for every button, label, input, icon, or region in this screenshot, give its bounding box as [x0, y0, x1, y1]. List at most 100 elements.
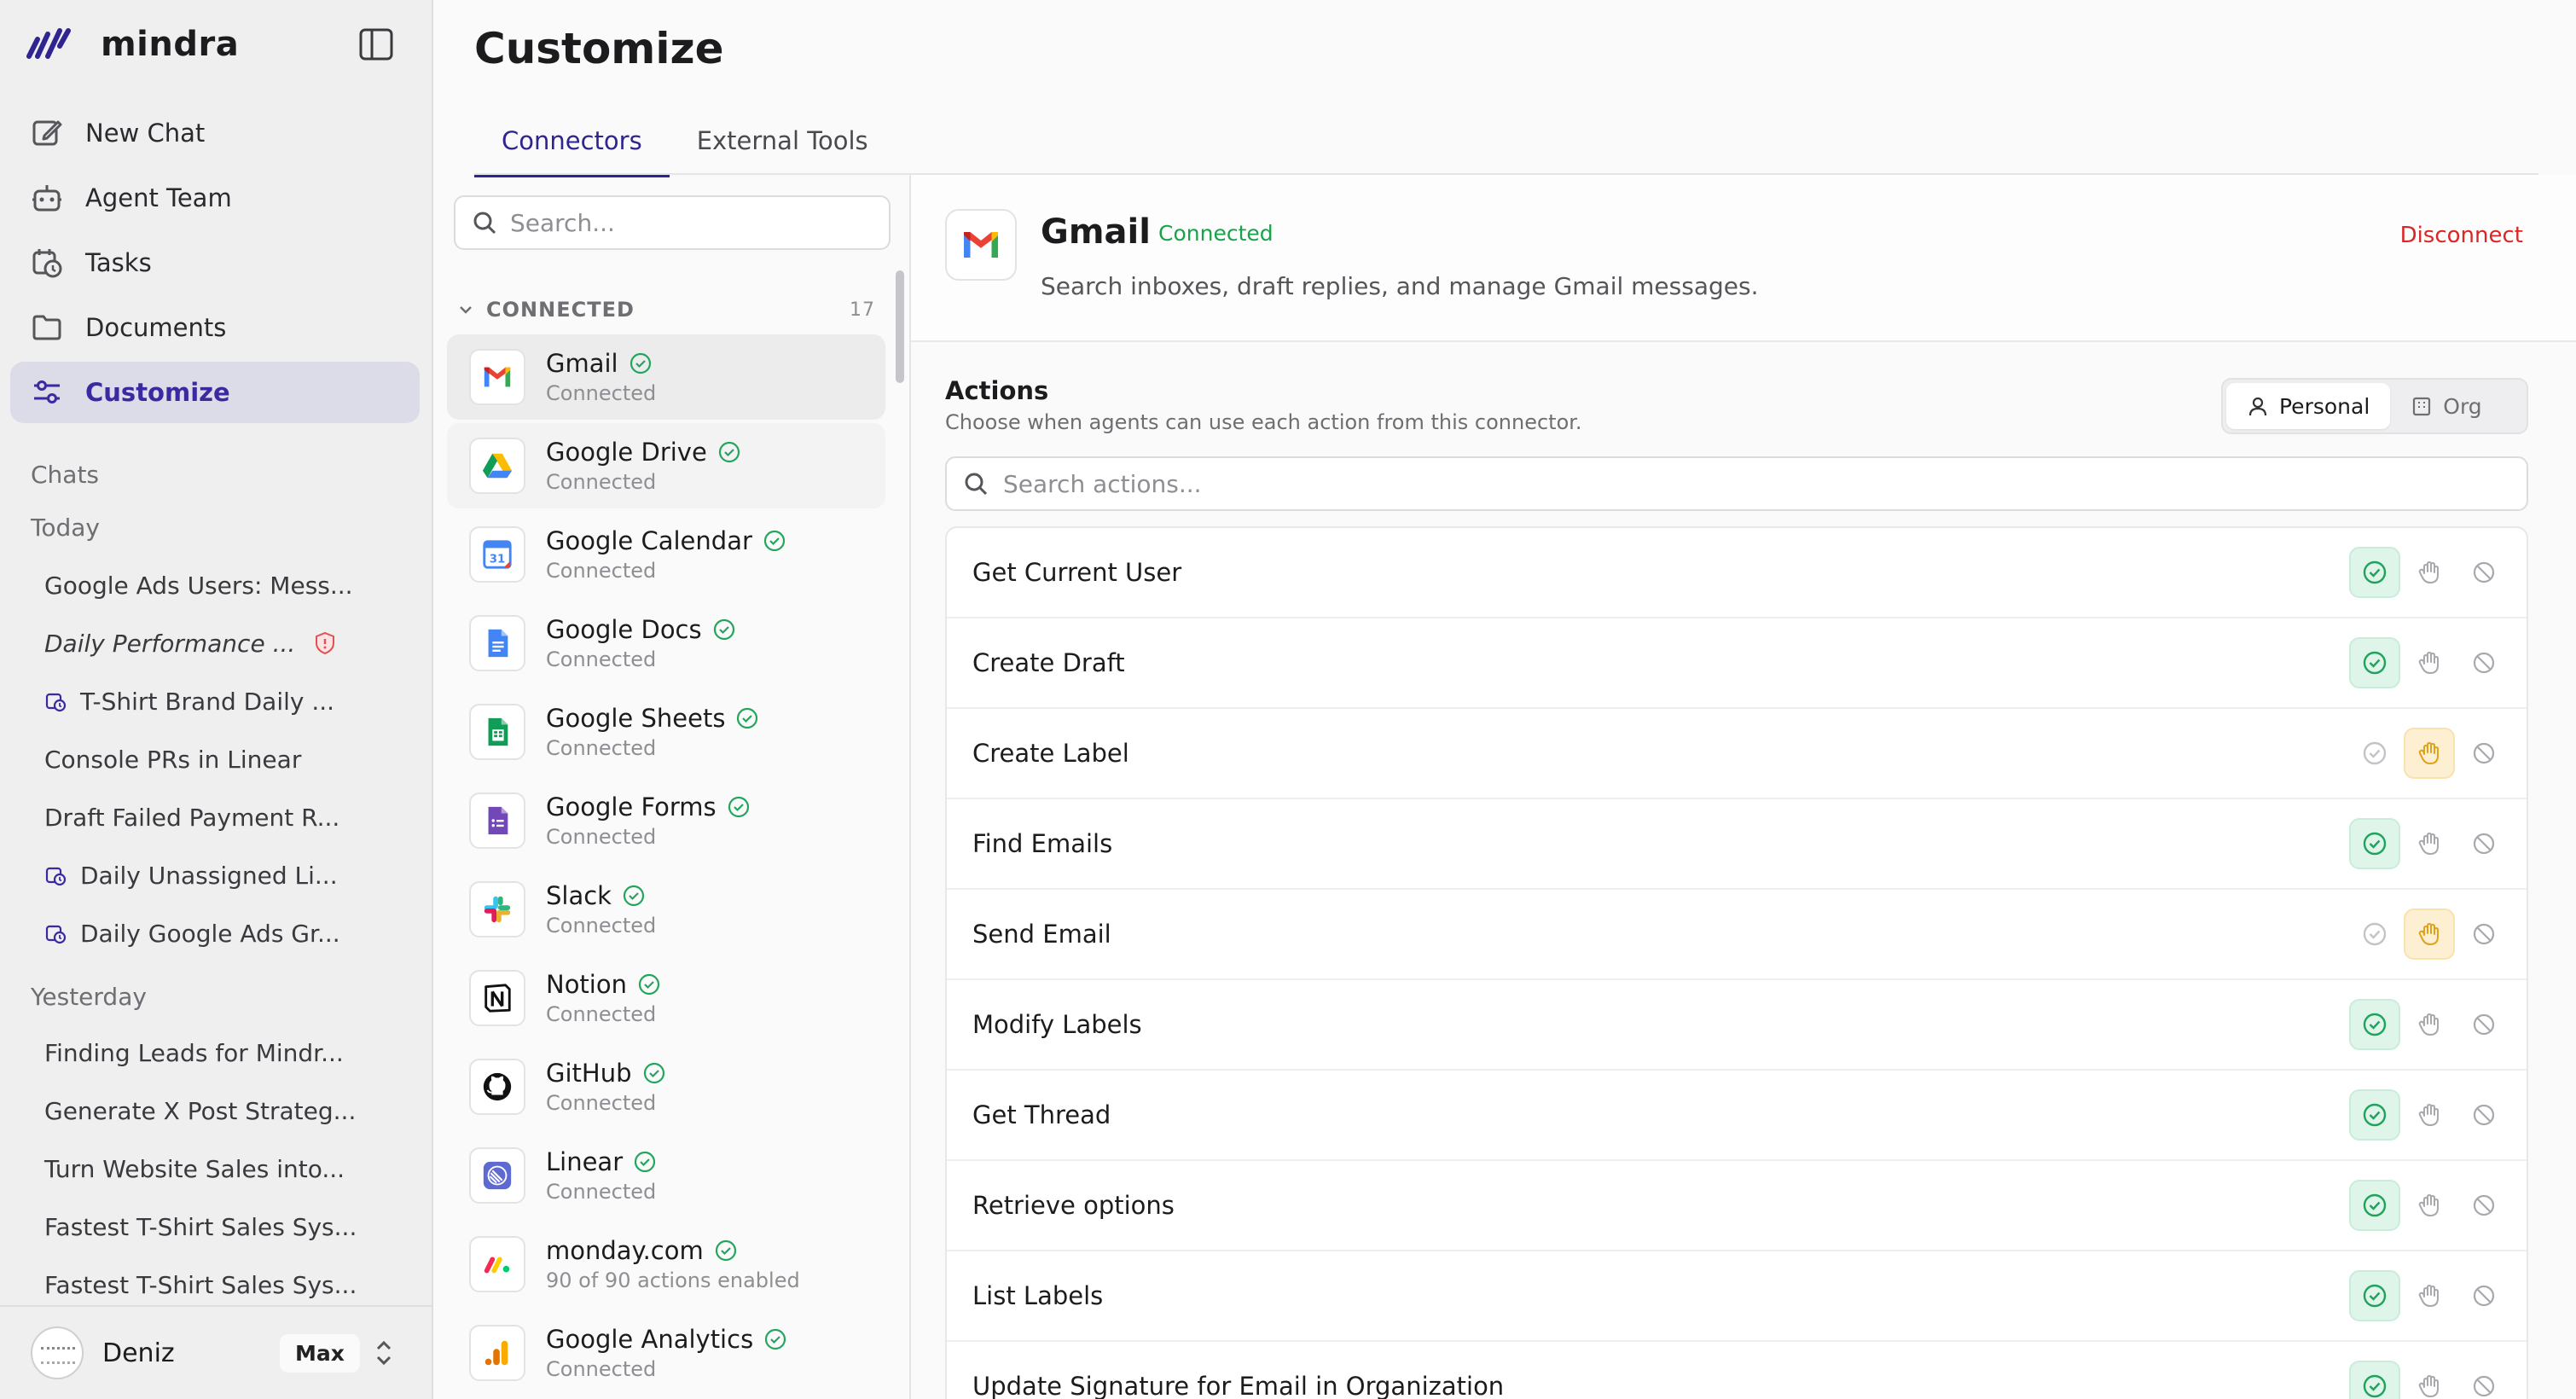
nav-item-new-chat[interactable]: New Chat	[10, 102, 420, 164]
allow-button[interactable]	[2349, 728, 2400, 779]
block-button[interactable]	[2458, 1180, 2509, 1231]
nav-item-documents[interactable]: Documents	[10, 297, 420, 358]
allow-button[interactable]	[2349, 908, 2400, 960]
block-button[interactable]	[2458, 547, 2509, 598]
allow-button[interactable]	[2349, 818, 2400, 869]
tab-connectors[interactable]: Connectors	[474, 119, 670, 177]
connector-item-github[interactable]: GitHub Connected	[447, 1044, 885, 1129]
allow-button[interactable]	[2349, 637, 2400, 688]
chevrons-up-down-icon[interactable]	[372, 1338, 396, 1368]
allow-button[interactable]	[2349, 1270, 2400, 1321]
chat-item[interactable]: Generate X Post Strateg...	[29, 1082, 404, 1140]
action-row: Get Current User	[947, 528, 2527, 618]
block-button[interactable]	[2458, 637, 2509, 688]
block-button[interactable]	[2458, 1089, 2509, 1141]
connector-item-notion[interactable]: Notion Connected	[447, 955, 885, 1041]
chat-item[interactable]: T-Shirt Brand Daily ...	[29, 672, 404, 730]
detail-title: Gmail	[1041, 212, 1151, 252]
user-menu[interactable]: Deniz Max	[0, 1305, 433, 1399]
ask-button[interactable]	[2404, 637, 2455, 688]
ask-button[interactable]	[2404, 1270, 2455, 1321]
connector-item-google-drive[interactable]: Google Drive Connected	[447, 423, 885, 508]
ask-button[interactable]	[2404, 818, 2455, 869]
chat-item[interactable]: Finding Leads for Mindr...	[29, 1024, 404, 1082]
connector-item-google-calendar[interactable]: 31 Google Calendar Connected	[447, 512, 885, 597]
chat-item[interactable]: Turn Website Sales into...	[29, 1140, 404, 1198]
connector-item-google-docs[interactable]: Google Docs Connected	[447, 601, 885, 686]
connector-name: Google Analytics	[546, 1325, 754, 1354]
hand-icon	[2416, 1282, 2443, 1309]
block-button[interactable]	[2458, 728, 2509, 779]
connector-name: monday.com	[546, 1236, 704, 1265]
nav-item-agent-team[interactable]: Agent Team	[10, 167, 420, 229]
brand[interactable]: mindra	[26, 20, 239, 68]
block-button[interactable]	[2458, 999, 2509, 1050]
block-button[interactable]	[2458, 818, 2509, 869]
chats-heading: Chats	[31, 461, 100, 489]
connector-item-linear[interactable]: Linear Connected	[447, 1133, 885, 1218]
ask-button[interactable]	[2404, 999, 2455, 1050]
sidebar-toggle-icon[interactable]	[358, 27, 394, 61]
today-label: Today	[31, 514, 100, 542]
ask-button[interactable]	[2404, 1089, 2455, 1141]
hand-icon	[2416, 1192, 2443, 1219]
nav-label: Agent Team	[85, 183, 232, 212]
action-permission-controls	[2346, 818, 2509, 869]
scope-personal-button[interactable]: Personal	[2226, 383, 2391, 429]
connector-search-input[interactable]	[510, 208, 868, 237]
chat-item[interactable]: Daily Google Ads Gr...	[29, 904, 404, 962]
ask-button[interactable]	[2404, 1180, 2455, 1231]
connected-group-header[interactable]: CONNECTED 17	[457, 293, 875, 327]
action-permission-controls	[2346, 1361, 2509, 1399]
check-circle-icon	[718, 441, 740, 463]
block-button[interactable]	[2458, 1270, 2509, 1321]
connector-item-google-sheets[interactable]: Google Sheets Connected	[447, 689, 885, 775]
connector-item-google-forms[interactable]: Google Forms Connected	[447, 778, 885, 863]
nav-label: Customize	[85, 378, 230, 407]
ask-button[interactable]	[2404, 908, 2455, 960]
allow-button[interactable]	[2349, 1361, 2400, 1399]
block-button[interactable]	[2458, 908, 2509, 960]
block-button[interactable]	[2458, 1361, 2509, 1399]
nav-item-tasks[interactable]: Tasks	[10, 232, 420, 293]
connector-name: Google Forms	[546, 792, 717, 821]
nav-item-customize[interactable]: Customize	[10, 362, 420, 423]
main-content: Customize Connectors External Tools CONN…	[433, 0, 2576, 1399]
github-icon	[469, 1059, 525, 1115]
scrollbar[interactable]	[896, 270, 904, 383]
allow-button[interactable]	[2349, 547, 2400, 598]
scope-org-button[interactable]: Org	[2390, 383, 2502, 429]
chat-item[interactable]: Google Ads Users: Mess...	[29, 556, 404, 614]
tab-external-tools[interactable]: External Tools	[670, 119, 896, 177]
google-docs-icon	[469, 615, 525, 671]
check-circle-icon	[728, 796, 749, 818]
ask-button[interactable]	[2404, 1361, 2455, 1399]
check-circle-icon	[623, 885, 645, 907]
mindra-logo-icon	[26, 28, 71, 59]
disconnect-button[interactable]: Disconnect	[2400, 223, 2523, 248]
chat-item[interactable]: Console PRs in Linear	[29, 730, 404, 788]
nav-label: New Chat	[85, 119, 206, 148]
chat-item[interactable]: Daily Unassigned Li...	[29, 846, 404, 904]
allow-button[interactable]	[2349, 999, 2400, 1050]
action-permission-controls	[2346, 637, 2509, 688]
connector-item-slack[interactable]: Slack Connected	[447, 867, 885, 952]
connector-search[interactable]	[454, 195, 891, 250]
allow-button[interactable]	[2349, 1180, 2400, 1231]
allow-button[interactable]	[2349, 1089, 2400, 1141]
group-count: 17	[850, 299, 875, 321]
app-window: mindra New Chat Agent Team Tasks Documen…	[0, 0, 2576, 1399]
connector-item-monday[interactable]: monday.com 90 of 90 actions enabled	[447, 1222, 885, 1307]
actions-search[interactable]	[945, 456, 2528, 511]
chat-item[interactable]: Draft Failed Payment R...	[29, 788, 404, 846]
chat-item[interactable]: Fastest T-Shirt Sales Sys...	[29, 1198, 404, 1256]
connector-item-google-analytics[interactable]: Google Analytics Connected	[447, 1310, 885, 1396]
chat-title: Console PRs in Linear	[44, 745, 302, 774]
ask-button[interactable]	[2404, 728, 2455, 779]
chat-item[interactable]: Daily Performance ...	[29, 614, 404, 672]
connector-name: Notion	[546, 970, 627, 999]
ask-button[interactable]	[2404, 547, 2455, 598]
connector-item-gmail[interactable]: Gmail Connected	[447, 334, 885, 420]
actions-search-input[interactable]	[1003, 469, 2453, 498]
check-circle-icon	[2361, 830, 2388, 857]
